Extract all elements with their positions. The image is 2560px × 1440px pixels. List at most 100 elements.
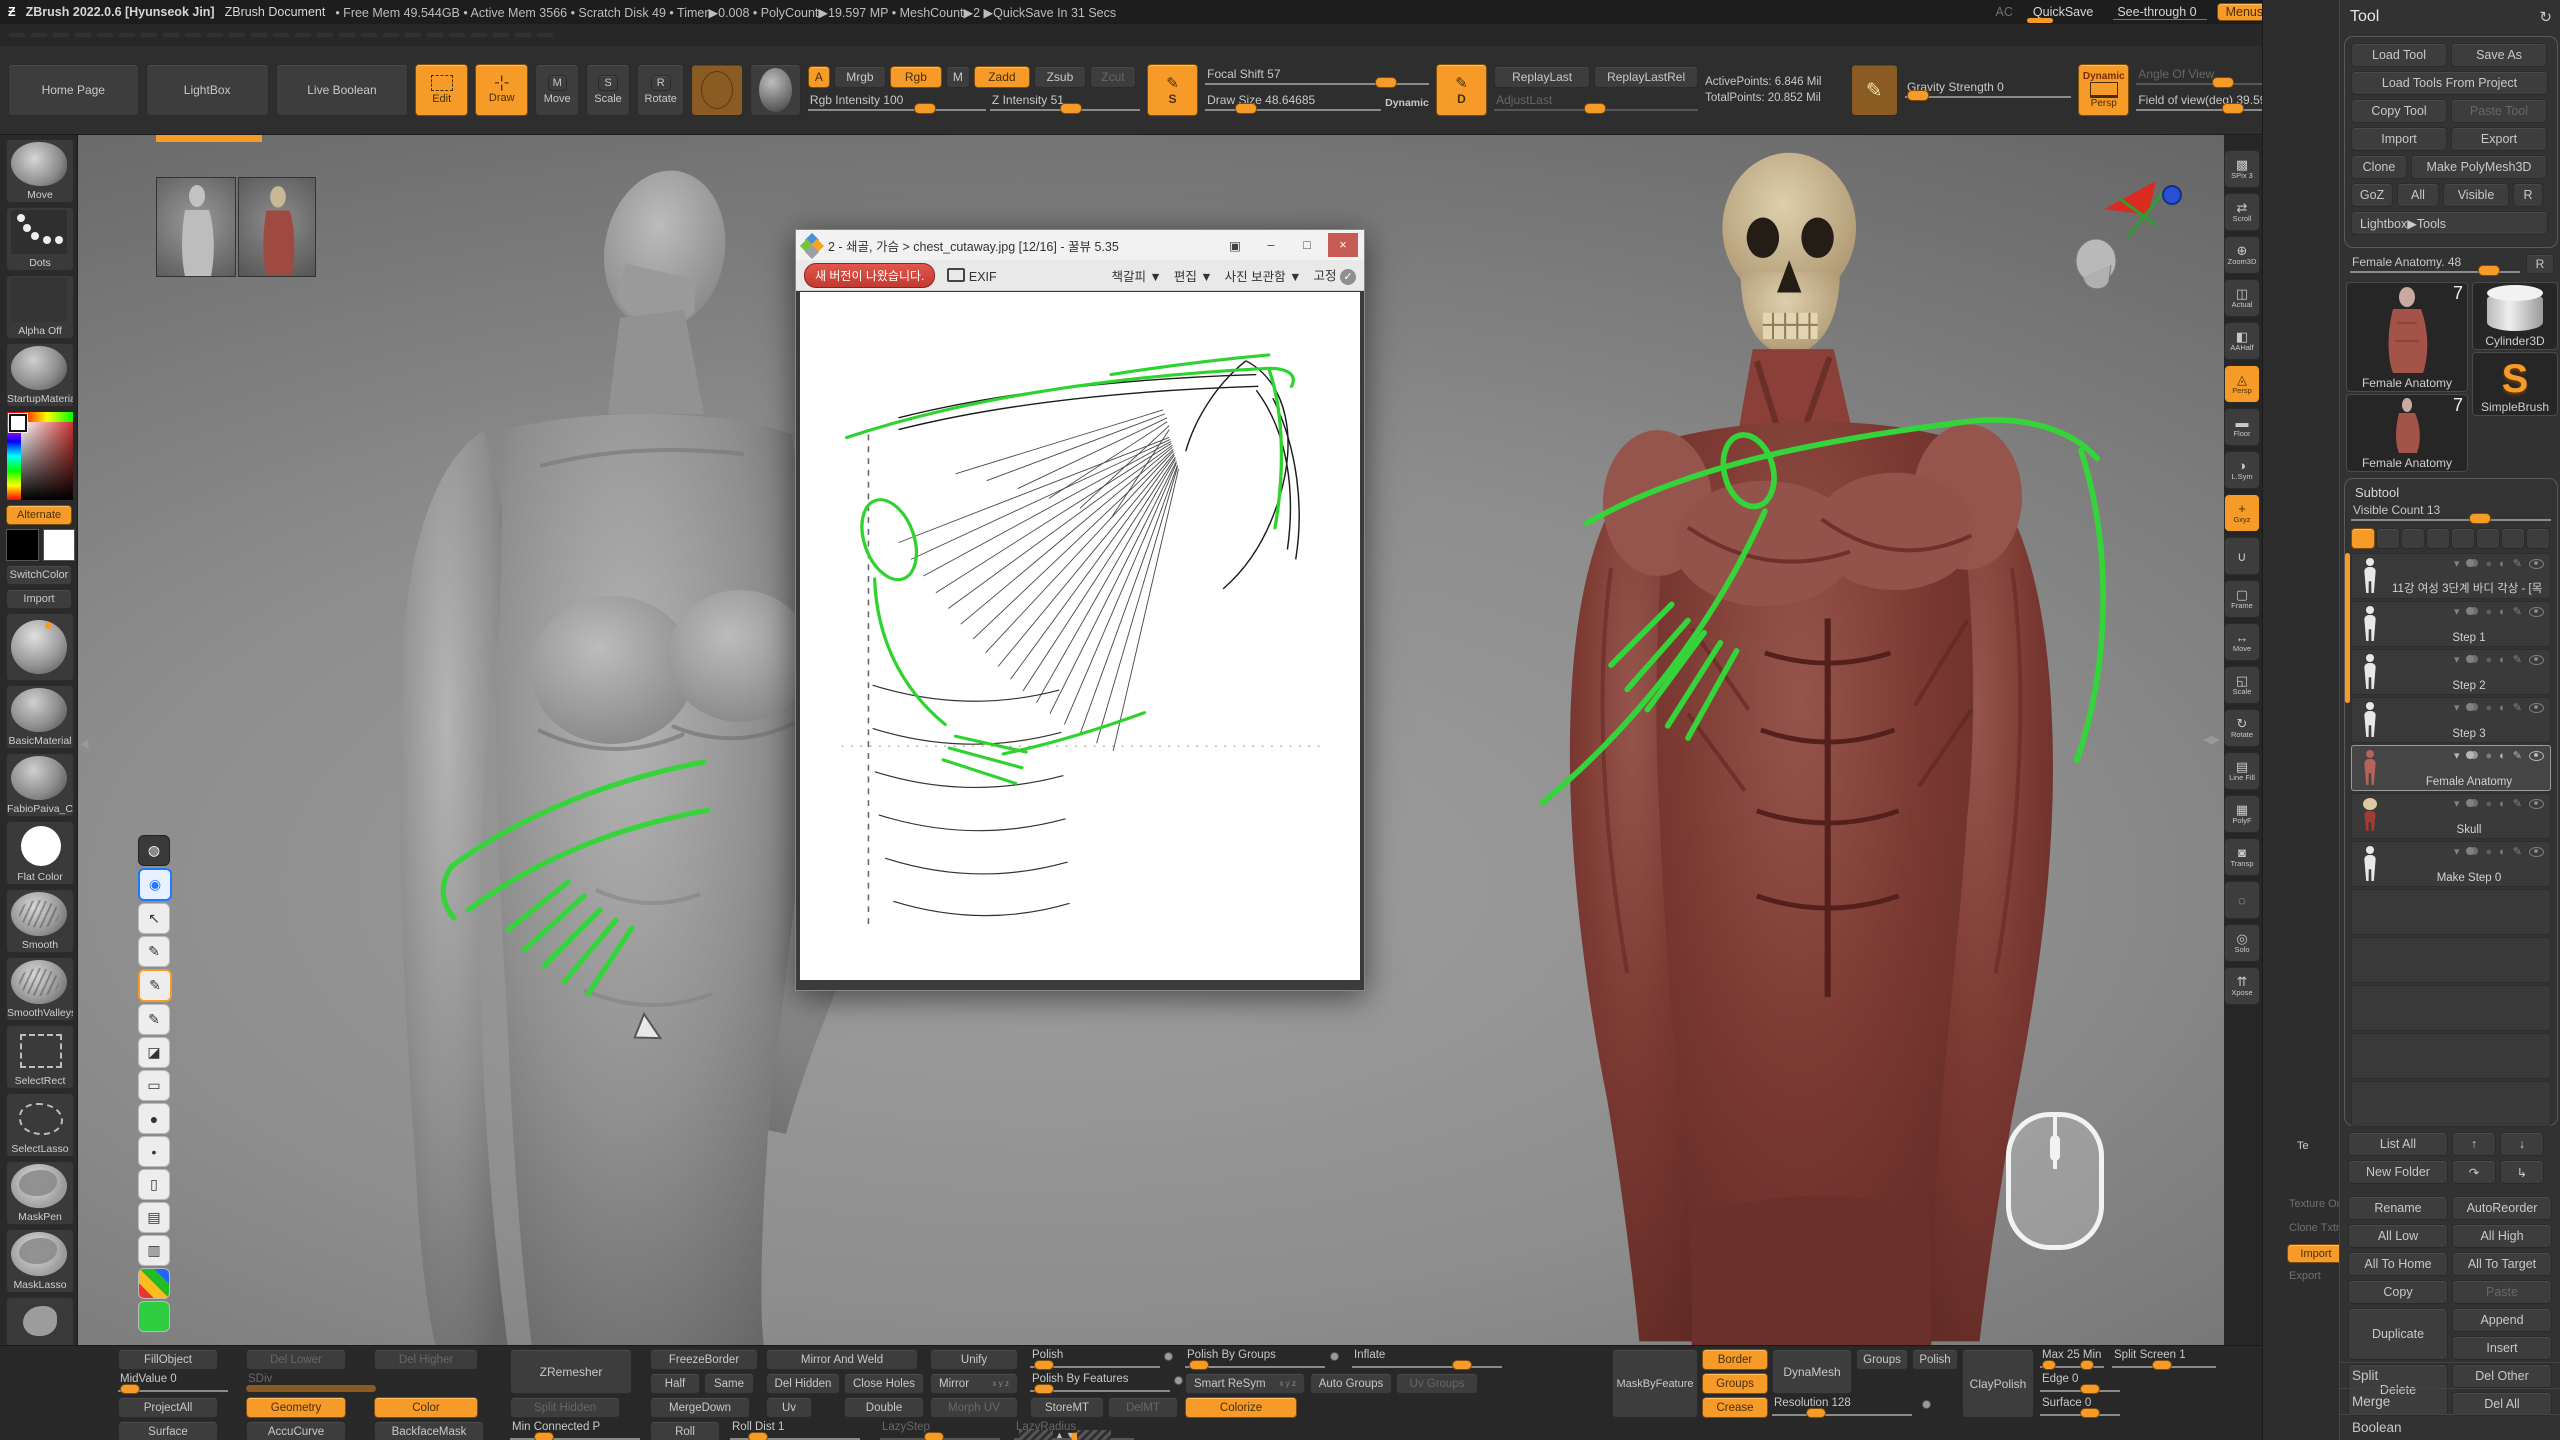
right-shelf-button[interactable]: ⊕ Zoom3D: [2224, 236, 2260, 274]
new-folder-button[interactable]: New Folder: [2348, 1160, 2448, 1184]
intersect-icon[interactable]: ◐: [2499, 654, 2506, 666]
menu-item[interactable]: [514, 32, 532, 38]
anno-tool-button[interactable]: ▤: [138, 1202, 170, 1233]
clay-polish-max-min-slider[interactable]: Max 25 Min: [2040, 1349, 2104, 1370]
same-button[interactable]: Same: [704, 1373, 754, 1394]
dynamesh-button[interactable]: DynaMesh: [1772, 1349, 1852, 1394]
bookmark-menu[interactable]: 책갈피 ▼: [1111, 266, 1161, 285]
current-material-preview[interactable]: [6, 613, 74, 681]
dynamic-draw-icon-button[interactable]: ✎ D: [1436, 64, 1487, 116]
menu-item[interactable]: [448, 32, 466, 38]
copy-subtool-button[interactable]: Copy: [2348, 1280, 2448, 1304]
paste-tool-button[interactable]: Paste Tool: [2451, 99, 2547, 123]
all-high-button[interactable]: All High: [2452, 1224, 2552, 1248]
intersect-icon[interactable]: ◐: [2499, 798, 2506, 810]
right-shelf-button[interactable]: ▢ Frame: [2224, 580, 2260, 618]
dynamesh-polish-button[interactable]: Polish: [1912, 1349, 1958, 1370]
sdiv-slider[interactable]: SDiv: [246, 1373, 376, 1394]
version-tab[interactable]: [2401, 528, 2425, 549]
save-as-button[interactable]: Save As: [2451, 43, 2547, 67]
alternate-button[interactable]: Alternate: [6, 505, 72, 525]
brush-thumbnail[interactable]: Move: [6, 139, 74, 203]
right-shelf-button[interactable]: + Gxyz: [2224, 494, 2260, 532]
anno-tool-button[interactable]: ✎: [138, 969, 172, 1002]
zsub-button[interactable]: Zsub: [1034, 66, 1086, 88]
right-shelf-button[interactable]: ◱ Scale: [2224, 666, 2260, 704]
z-intensity-slider[interactable]: Z Intensity 51: [990, 92, 1140, 114]
anno-tool-button[interactable]: ●: [138, 1103, 170, 1134]
menu-item[interactable]: [184, 32, 202, 38]
brush-thumbnail[interactable]: Dots: [6, 207, 74, 271]
anno-tool-button[interactable]: ▥: [138, 1235, 170, 1266]
tool-name-slider[interactable]: Female Anatomy. 48: [2350, 254, 2520, 276]
make-polymesh3d-button[interactable]: Make PolyMesh3D: [2411, 155, 2547, 179]
polypaint-icon[interactable]: ✎: [2513, 701, 2522, 714]
anno-tool-button[interactable]: ◍: [138, 835, 170, 866]
intersect-icon[interactable]: ◐: [2499, 750, 2506, 762]
subtract-icon[interactable]: ●: [2485, 702, 2492, 714]
menu-item[interactable]: [426, 32, 444, 38]
menu-item[interactable]: [272, 32, 290, 38]
right-shelf-button[interactable]: ◑ L.Sym: [2224, 451, 2260, 489]
polish-by-groups-dot[interactable]: [1330, 1352, 1339, 1361]
sculpt-canvas[interactable]: ◍◉↖✎✎✎◪▭●•▯▤▥ 2 - 쇄골, 가슴 > chest_cutaway…: [78, 135, 2224, 1345]
visible-count-slider[interactable]: Visible Count 13: [2351, 502, 2551, 524]
all-to-target-button[interactable]: All To Target: [2452, 1252, 2552, 1276]
right-shelf-button[interactable]: ◎ Solo: [2224, 924, 2260, 962]
subtract-icon[interactable]: ●: [2485, 654, 2492, 666]
live-boolean-button[interactable]: Live Boolean: [276, 64, 408, 116]
alpha-picker-button[interactable]: [750, 64, 801, 116]
intersect-icon[interactable]: ◐: [2499, 846, 2506, 858]
color-button[interactable]: Color: [374, 1397, 478, 1418]
pv-maximize-button[interactable]: □: [1292, 233, 1322, 257]
see-through-slider[interactable]: See-through 0: [2113, 5, 2206, 20]
pv-minimize-button[interactable]: –: [1256, 233, 1286, 257]
store-mt-button[interactable]: StoreMT: [1030, 1397, 1104, 1418]
empty-subtool-row[interactable]: [2351, 937, 2551, 983]
goz-button[interactable]: GoZ: [2351, 183, 2393, 207]
pv-close-button[interactable]: ×: [1328, 233, 1358, 257]
import-texture-button[interactable]: Import: [6, 589, 72, 609]
load-tool-button[interactable]: Load Tool: [2351, 43, 2447, 67]
subtool-item[interactable]: ▾ ● ◐ ✎ Step 2: [2351, 649, 2551, 695]
head-preview-icon[interactable]: [2063, 235, 2133, 301]
move-in-button[interactable]: ↳: [2500, 1160, 2544, 1184]
pin-toggle[interactable]: 고정 ✓: [1314, 265, 1357, 285]
tool-r-button[interactable]: R: [2526, 254, 2554, 274]
union-icon[interactable]: [2466, 606, 2478, 618]
double-button[interactable]: Double: [844, 1397, 924, 1418]
subtool-item[interactable]: ▾ ● ◐ ✎ Make Step 0: [2351, 841, 2551, 887]
empty-subtool-row[interactable]: [2351, 1081, 2551, 1127]
union-icon[interactable]: [2466, 702, 2478, 714]
boolean-section[interactable]: Boolean: [2340, 1414, 2560, 1440]
left-divider-arrow[interactable]: ◀: [80, 737, 88, 750]
anno-tool-button[interactable]: ↖: [138, 903, 170, 934]
scale-button[interactable]: S Scale: [586, 64, 630, 116]
version-tab[interactable]: [2501, 528, 2525, 549]
rgb-button[interactable]: Rgb: [890, 66, 942, 88]
hue-top-strip[interactable]: [21, 412, 73, 422]
project-all-button[interactable]: ProjectAll: [118, 1397, 218, 1418]
uv-button[interactable]: Uv: [766, 1397, 812, 1418]
subtract-icon[interactable]: ●: [2485, 606, 2492, 618]
right-divider-arrow[interactable]: ◀▶: [2203, 733, 2220, 746]
union-icon[interactable]: [2466, 654, 2478, 666]
goz-r-button[interactable]: R: [2513, 183, 2543, 207]
remesh-arrow-icon[interactable]: ▾: [2454, 845, 2460, 858]
load-tools-from-project-button[interactable]: Load Tools From Project: [2351, 71, 2548, 95]
colorize-button[interactable]: Colorize: [1185, 1397, 1297, 1418]
menu-item[interactable]: [492, 32, 510, 38]
subtool-item[interactable]: ▾ ● ◐ ✎ Skull: [2351, 793, 2551, 839]
merge-down-button[interactable]: MergeDown: [650, 1397, 750, 1418]
pv-fullscreen-button[interactable]: ▣: [1220, 233, 1250, 257]
right-shelf-button[interactable]: ∪: [2224, 537, 2260, 575]
polypaint-icon[interactable]: ✎: [2513, 797, 2522, 810]
polypaint-icon[interactable]: ✎: [2513, 845, 2522, 858]
anno-tool-button[interactable]: •: [138, 1136, 170, 1167]
subtool-item[interactable]: ▾ ● ◐ ✎ 11강 여성 3단계 바디 각상 - [목 &: [2351, 553, 2551, 599]
remesh-arrow-icon[interactable]: ▾: [2454, 701, 2460, 714]
main-color-swatch[interactable]: [6, 529, 39, 561]
right-shelf-button[interactable]: ▬ Floor: [2224, 408, 2260, 446]
union-icon[interactable]: [2466, 558, 2478, 570]
menu-item[interactable]: [316, 32, 334, 38]
